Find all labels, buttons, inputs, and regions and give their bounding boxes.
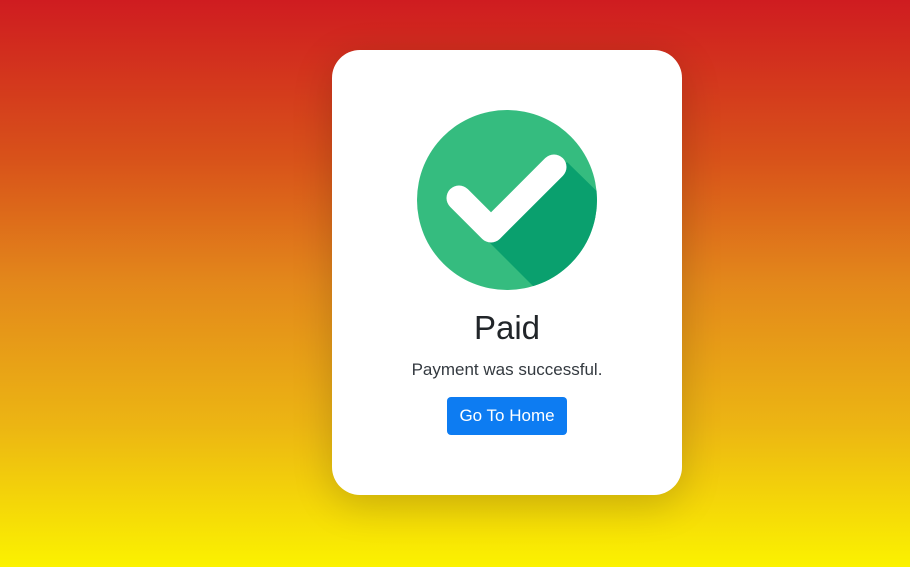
go-to-home-button[interactable]: Go To Home (447, 397, 567, 435)
status-message: Payment was successful. (411, 360, 603, 379)
payment-status-card: Paid Payment was successful. Go To Home (332, 50, 682, 495)
check-circle-icon (417, 110, 597, 290)
page-title: Paid (473, 309, 541, 346)
